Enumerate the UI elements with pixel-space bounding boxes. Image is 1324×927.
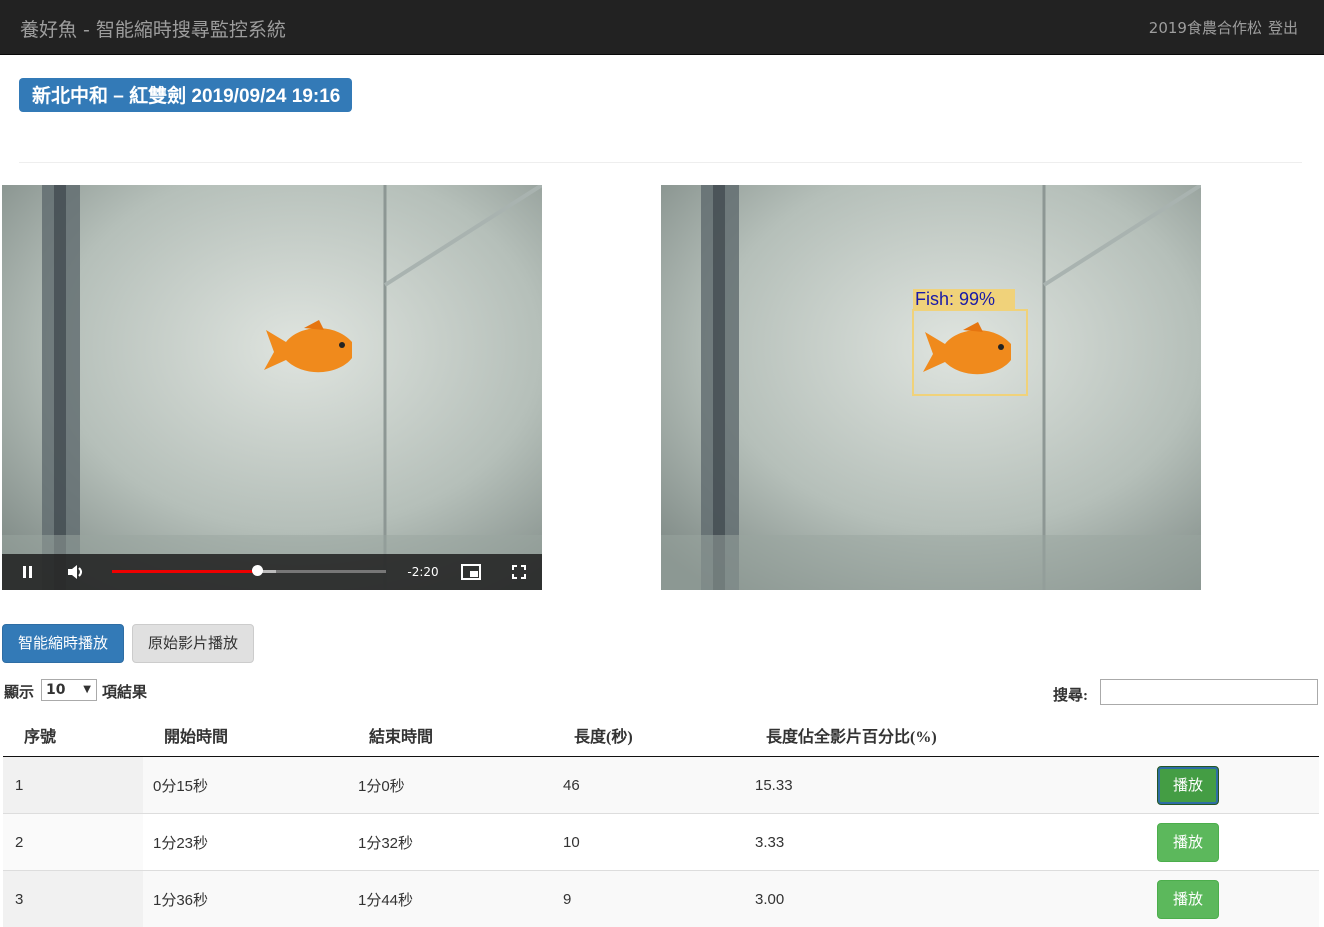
logout-link[interactable]: 登出	[1268, 19, 1298, 37]
video-player[interactable]: -2:20	[2, 185, 542, 590]
cell-action: 播放	[1157, 757, 1319, 814]
fullscreen-icon	[512, 565, 526, 579]
player-controls: -2:20	[2, 554, 542, 590]
play-segment-button[interactable]: 播放	[1157, 766, 1219, 805]
pause-icon	[22, 565, 34, 579]
detection-view: Fish: 99%	[661, 185, 1201, 590]
table-row: 1 0分15秒 1分0秒 46 15.33 播放	[3, 757, 1319, 814]
played-range	[112, 570, 257, 573]
original-video-play-button[interactable]: 原始影片播放	[132, 624, 254, 663]
tank-scene	[661, 185, 1201, 590]
cell-end: 1分32秒	[348, 814, 553, 871]
volume-icon	[67, 564, 85, 580]
user-name: 2019食農合作松	[1149, 19, 1262, 37]
divider	[19, 162, 1302, 163]
cell-start: 1分23秒	[143, 814, 348, 871]
chevron-down-icon: ▼	[83, 680, 91, 700]
cell-no: 3	[3, 871, 143, 927]
cell-action: 播放	[1157, 814, 1319, 871]
play-segment-button[interactable]: 播放	[1157, 880, 1219, 919]
table-header-row: 序號 開始時間 結束時間 長度(秒) 長度佔全影片百分比(%)	[3, 714, 1319, 757]
page-length-label: 顯示	[4, 681, 34, 702]
column-header-action	[1157, 714, 1319, 757]
page-title: 新北中和 – 紅雙劍 2019/09/24 19:16	[19, 78, 352, 112]
tank-scene	[2, 185, 542, 590]
volume-button[interactable]	[62, 554, 90, 590]
page-length-suffix: 項結果	[102, 681, 147, 702]
column-header-percent[interactable]: 長度佔全影片百分比(%)	[745, 714, 1157, 757]
cell-no: 1	[3, 757, 143, 814]
cell-length: 10	[553, 814, 745, 871]
cell-start: 1分36秒	[143, 871, 348, 927]
app-brand[interactable]: 養好魚 - 智能縮時搜尋監控系統	[20, 15, 286, 42]
cell-start: 0分15秒	[143, 757, 348, 814]
search-label: 搜尋:	[1053, 684, 1088, 705]
picture-in-picture-button[interactable]	[457, 554, 485, 590]
cell-length: 9	[553, 871, 745, 927]
column-header-end[interactable]: 結束時間	[348, 714, 553, 757]
segments-table: 序號 開始時間 結束時間 長度(秒) 長度佔全影片百分比(%) 1 0分15秒 …	[3, 714, 1319, 927]
seek-knob[interactable]	[252, 565, 263, 576]
fullscreen-button[interactable]	[505, 554, 533, 590]
table-row: 2 1分23秒 1分32秒 10 3.33 播放	[3, 814, 1319, 871]
cell-end: 1分0秒	[348, 757, 553, 814]
cell-percent: 3.00	[745, 871, 1157, 927]
play-segment-button[interactable]: 播放	[1157, 823, 1219, 862]
page-length-select[interactable]: 10 ▼	[41, 679, 97, 701]
cell-percent: 15.33	[745, 757, 1157, 814]
cell-no: 2	[3, 814, 143, 871]
search-input[interactable]	[1100, 679, 1318, 705]
cell-action: 播放	[1157, 871, 1319, 927]
picture-in-picture-icon	[461, 564, 481, 580]
navbar-user-area: 2019食農合作松登出	[1143, 17, 1298, 38]
fish-image	[923, 322, 1018, 387]
column-header-start[interactable]: 開始時間	[143, 714, 348, 757]
seek-bar[interactable]	[112, 570, 386, 573]
pause-button[interactable]	[14, 554, 42, 590]
smart-timelapse-play-button[interactable]: 智能縮時播放	[2, 624, 124, 663]
column-header-length[interactable]: 長度(秒)	[553, 714, 745, 757]
top-navbar: 養好魚 - 智能縮時搜尋監控系統 2019食農合作松登出	[0, 0, 1324, 55]
table-row: 3 1分36秒 1分44秒 9 3.00 播放	[3, 871, 1319, 927]
column-header-no[interactable]: 序號	[3, 714, 143, 757]
fish-image	[264, 320, 359, 385]
detection-label: Fish: 99%	[915, 289, 995, 310]
time-remaining: -2:20	[402, 554, 444, 590]
cell-percent: 3.33	[745, 814, 1157, 871]
page-length-value: 10	[46, 680, 65, 700]
cell-length: 46	[553, 757, 745, 814]
cell-end: 1分44秒	[348, 871, 553, 927]
